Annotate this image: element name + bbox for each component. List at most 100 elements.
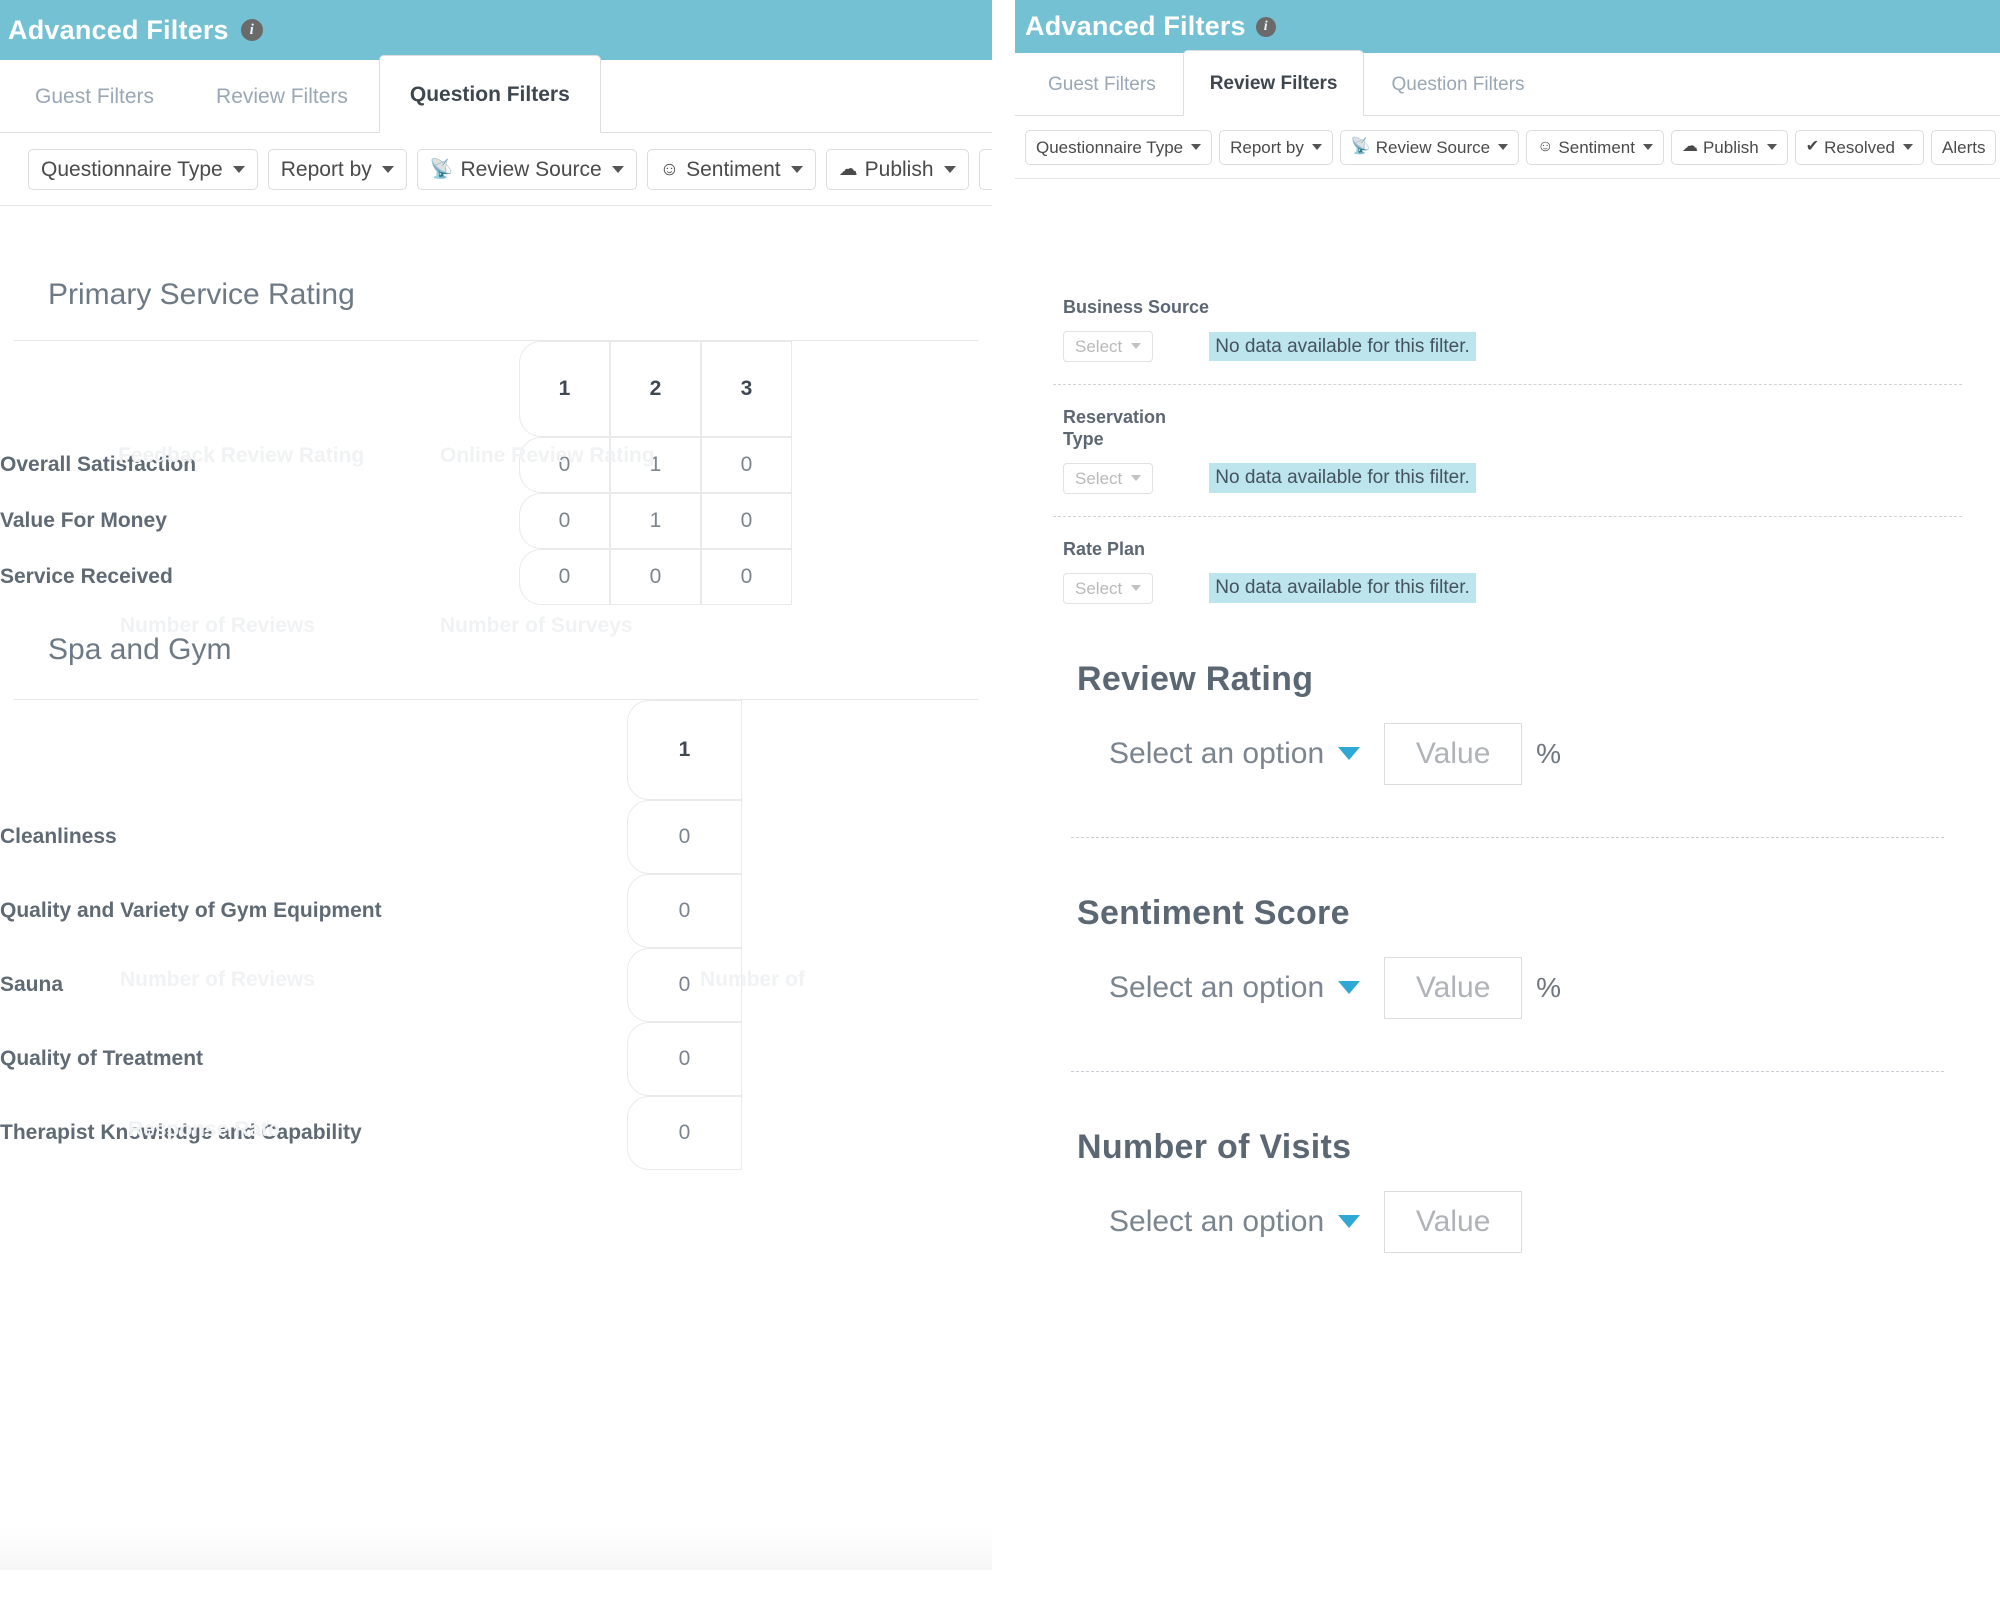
table-cell[interactable]: 0: [627, 874, 742, 948]
tab-question-filters[interactable]: Question Filters: [1364, 53, 1551, 115]
info-icon[interactable]: i: [1255, 16, 1276, 37]
select-label: Select: [1075, 336, 1123, 356]
tab-guest-filters[interactable]: Guest Filters: [1021, 53, 1183, 115]
table-cell[interactable]: 0: [701, 549, 792, 605]
filter-group-rate-plan: Rate Plan Select No data available for t…: [1015, 539, 2000, 604]
review-rating-option-select[interactable]: Select an option: [1109, 736, 1361, 771]
panel-bottom-fade: [0, 1524, 992, 1570]
table-cell[interactable]: 0: [627, 948, 742, 1022]
filter-report-by[interactable]: Report by: [267, 148, 407, 190]
left-panel-title: Advanced Filters: [8, 14, 229, 45]
table-cell[interactable]: 0: [519, 493, 610, 549]
filter-sentiment[interactable]: ☺ Sentiment: [646, 148, 816, 190]
filter-questionnaire-type[interactable]: Questionnaire Type: [28, 148, 258, 190]
review-rating-title: Review Rating: [1077, 659, 1314, 698]
tab-review-filters[interactable]: Review Filters: [185, 60, 379, 132]
table-cell[interactable]: 0: [519, 437, 610, 493]
section-title-spa-and-gym: Spa and Gym: [48, 633, 232, 666]
table-cell[interactable]: 0: [627, 1096, 742, 1170]
business-source-select[interactable]: Select: [1063, 330, 1154, 362]
chevron-down-icon: [1131, 475, 1142, 482]
right-panel-content: Business Source Select No data available…: [1015, 179, 2000, 1253]
tab-guest-filters[interactable]: Guest Filters: [4, 60, 185, 132]
number-of-visits-option-select[interactable]: Select an option: [1109, 1204, 1361, 1239]
filter-group-label: Business Source: [1063, 297, 1210, 317]
select-label: Select an option: [1109, 736, 1325, 770]
chevron-down-icon: [1338, 747, 1361, 761]
rate-plan-select[interactable]: Select: [1063, 572, 1154, 604]
info-icon[interactable]: i: [240, 19, 263, 41]
tab-question-filters[interactable]: Question Filters: [378, 55, 601, 133]
filter-publish[interactable]: ☁ Publish: [1670, 129, 1788, 165]
filter-label: Review Source: [460, 157, 602, 181]
table-cell[interactable]: 0: [519, 549, 610, 605]
filter-resolved[interactable]: ✔ Res: [978, 148, 992, 190]
select-label: Select an option: [1109, 1204, 1325, 1238]
smiley-icon: ☺: [1537, 138, 1554, 155]
smiley-icon: ☺: [659, 158, 680, 180]
row-label: Value For Money: [0, 509, 167, 532]
left-panel-content: Feedback Review Rating Online Review Rati…: [0, 206, 992, 1170]
tab-review-filters[interactable]: Review Filters: [1182, 50, 1365, 116]
chevron-down-icon: [611, 165, 624, 173]
chevron-down-icon: [381, 165, 394, 173]
table-cell[interactable]: 1: [610, 437, 701, 493]
percent-symbol: %: [1536, 971, 1562, 1003]
filter-publish[interactable]: ☁ Publish: [825, 148, 969, 190]
table-row: Quality and Variety of Gym Equipment 0: [0, 874, 992, 948]
table-cell[interactable]: 1: [610, 493, 701, 549]
chevron-down-icon: [1642, 144, 1653, 150]
sentiment-score-option-select[interactable]: Select an option: [1109, 970, 1361, 1005]
chevron-down-icon: [1903, 144, 1914, 150]
divider: [1071, 1070, 1944, 1072]
right-panel-filter-toolbar: Questionnaire Type Report by 📡 Review So…: [1015, 116, 2000, 179]
sentiment-score-value-input[interactable]: Value: [1384, 956, 1523, 1019]
row-label: Overall Satisfaction: [0, 453, 197, 476]
select-label: Select an option: [1109, 970, 1325, 1004]
table-cell[interactable]: 0: [627, 800, 742, 874]
chevron-down-icon: [1131, 343, 1142, 350]
review-filters-panel: Advanced Filters i Guest Filters Review …: [1015, 0, 2000, 1600]
filter-questionnaire-type[interactable]: Questionnaire Type: [1025, 129, 1213, 165]
table-row: Overall Satisfaction 0 1 0: [0, 437, 992, 493]
row-label: Quality of Treatment: [0, 1047, 204, 1070]
chevron-down-icon: [1191, 144, 1202, 150]
left-panel-tabs: Guest Filters Review Filters Question Fi…: [0, 55, 992, 133]
number-of-visits-title: Number of Visits: [1077, 1127, 1352, 1166]
filter-label: Alerts: [1942, 137, 1986, 157]
sentiment-score-title: Sentiment Score: [1077, 893, 1350, 932]
reservation-type-select[interactable]: Select: [1063, 462, 1154, 494]
table-cell[interactable]: 0: [701, 437, 792, 493]
table-cell[interactable]: 0: [701, 493, 792, 549]
cloud-icon: ☁: [1681, 138, 1698, 155]
chevron-down-icon: [943, 165, 956, 173]
row-label: Quality and Variety of Gym Equipment: [0, 899, 382, 922]
filter-review-source[interactable]: 📡 Review Source: [416, 148, 637, 190]
row-label: Cleanliness: [0, 825, 117, 848]
filter-group-reservation-type: Reservation Type Select No data availabl…: [1015, 407, 2000, 494]
filter-label: Report by: [280, 157, 372, 181]
table-col-header: 1: [519, 341, 610, 437]
table-cell[interactable]: 0: [627, 1022, 742, 1096]
no-data-message: No data available for this filter.: [1209, 331, 1476, 362]
filter-resolved[interactable]: ✔ Resolved: [1794, 129, 1925, 165]
filter-sentiment[interactable]: ☺ Sentiment: [1526, 129, 1664, 165]
chevron-down-icon: [1311, 144, 1322, 150]
filter-report-by[interactable]: Report by: [1219, 129, 1333, 165]
table-cell[interactable]: 0: [610, 549, 701, 605]
filter-review-source[interactable]: 📡 Review Source: [1339, 129, 1520, 165]
table-header-row: 1: [0, 700, 992, 800]
chevron-down-icon: [790, 165, 803, 173]
table-header-row: 1 2 3: [0, 341, 992, 437]
no-data-message: No data available for this filter.: [1209, 573, 1476, 604]
chevron-down-icon: [1338, 981, 1361, 995]
filter-group-label: Reservation Type: [1063, 406, 1167, 449]
filter-alerts[interactable]: Alerts: [1931, 129, 1997, 165]
table-col-header: 3: [701, 341, 792, 437]
chevron-down-icon: [232, 165, 245, 173]
cloud-icon: ☁: [838, 158, 858, 180]
filter-label: Questionnaire Type: [1036, 137, 1184, 157]
number-of-visits-value-input[interactable]: Value: [1384, 1190, 1523, 1253]
review-rating-value-input[interactable]: Value: [1384, 722, 1523, 785]
filter-label: Review Source: [1375, 137, 1491, 157]
